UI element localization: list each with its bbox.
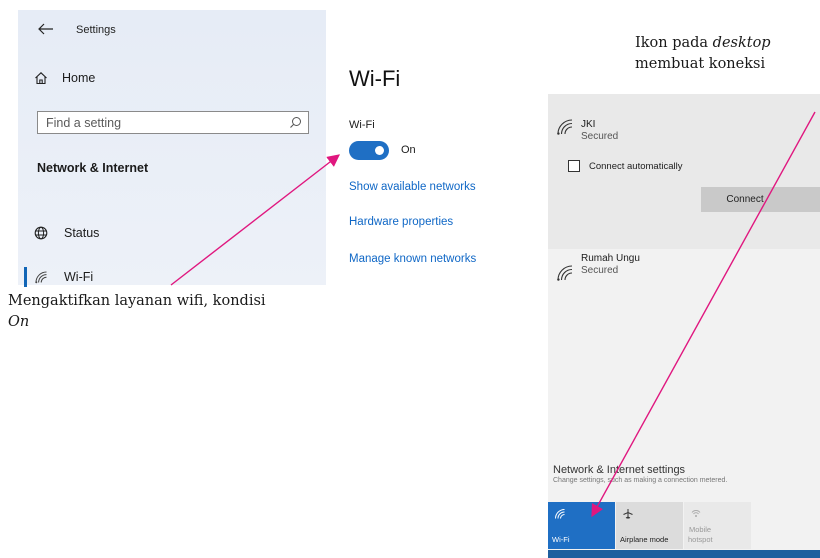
nav-item-status[interactable]: Status — [34, 223, 99, 243]
tile-label: hotspot — [688, 534, 713, 544]
nav-item-wifi[interactable]: Wi-Fi — [24, 266, 94, 288]
wifi-signal-icon — [557, 265, 573, 281]
wifi-toggle-label: Wi-Fi — [349, 119, 375, 131]
nav-item-home[interactable]: Home — [34, 68, 95, 88]
network-name[interactable]: Rumah Ungu — [581, 253, 640, 264]
show-networks-link[interactable]: Show available networks — [349, 181, 476, 193]
annotation-text: Ikon pada — [635, 35, 713, 51]
manage-networks-link[interactable]: Manage known networks — [349, 253, 476, 265]
search-field[interactable] — [37, 111, 309, 134]
tile-label: Wi-Fi — [552, 534, 570, 544]
nav-item-label: Wi-Fi — [64, 270, 94, 284]
search-input[interactable] — [38, 112, 286, 133]
annotation-tray-icon: Ikon pada desktop membuat koneksi — [635, 33, 820, 75]
network-settings-description: Change settings, such as making a connec… — [553, 477, 728, 484]
annotation-italic: On — [8, 314, 30, 331]
airplane-icon — [623, 509, 633, 519]
annotation-italic: desktop — [712, 35, 771, 51]
wifi-signal-icon — [557, 119, 573, 135]
back-arrow-icon — [38, 23, 53, 35]
globe-icon — [34, 226, 48, 240]
nav-item-label: Status — [64, 226, 100, 240]
network-name: JKI — [581, 119, 596, 130]
quick-action-wifi[interactable]: Wi-Fi — [548, 502, 615, 549]
network-settings-link[interactable]: Network & Internet settings — [553, 464, 685, 476]
wifi-icon — [555, 509, 565, 519]
network-status: Secured — [581, 265, 619, 276]
annotation-text: Mengaktifkan layanan wifi, kondisi — [8, 293, 266, 309]
section-heading: Network & Internet — [37, 161, 149, 175]
wifi-toggle[interactable] — [349, 141, 389, 160]
home-icon — [35, 72, 47, 85]
page-title: Wi-Fi — [349, 66, 401, 91]
tile-label: Mobile — [689, 525, 712, 534]
checkbox-label: Connect automatically — [589, 160, 683, 172]
annotation-text: membuat koneksi — [635, 56, 766, 73]
toggle-knob — [375, 146, 384, 155]
hardware-properties-link[interactable]: Hardware properties — [349, 216, 453, 228]
nav-item-label: Home — [62, 71, 96, 85]
active-indicator — [24, 267, 27, 287]
hotspot-icon — [691, 510, 701, 517]
network-status: Secured — [581, 131, 619, 142]
connect-button[interactable]: Connect — [701, 187, 820, 212]
taskbar-strip — [548, 550, 820, 558]
annotation-toggle: Mengaktifkan layanan wifi, kondisi On — [8, 291, 288, 333]
quick-action-airplane-mode[interactable]: Airplane mode — [616, 502, 683, 549]
connect-automatically-option[interactable]: Connect automatically — [568, 160, 682, 172]
window-title: Settings — [76, 24, 116, 36]
quick-action-mobile-hotspot[interactable]: Mobile hotspot — [684, 502, 751, 549]
wifi-icon — [35, 271, 47, 284]
back-button[interactable] — [38, 23, 56, 39]
settings-nav-pane: Settings Home Network & Internet Status … — [18, 10, 326, 288]
tile-label: Airplane mode — [620, 534, 669, 544]
search-icon[interactable] — [289, 116, 302, 129]
toggle-state-text: On — [401, 144, 416, 156]
connect-automatically-checkbox[interactable] — [568, 160, 580, 172]
